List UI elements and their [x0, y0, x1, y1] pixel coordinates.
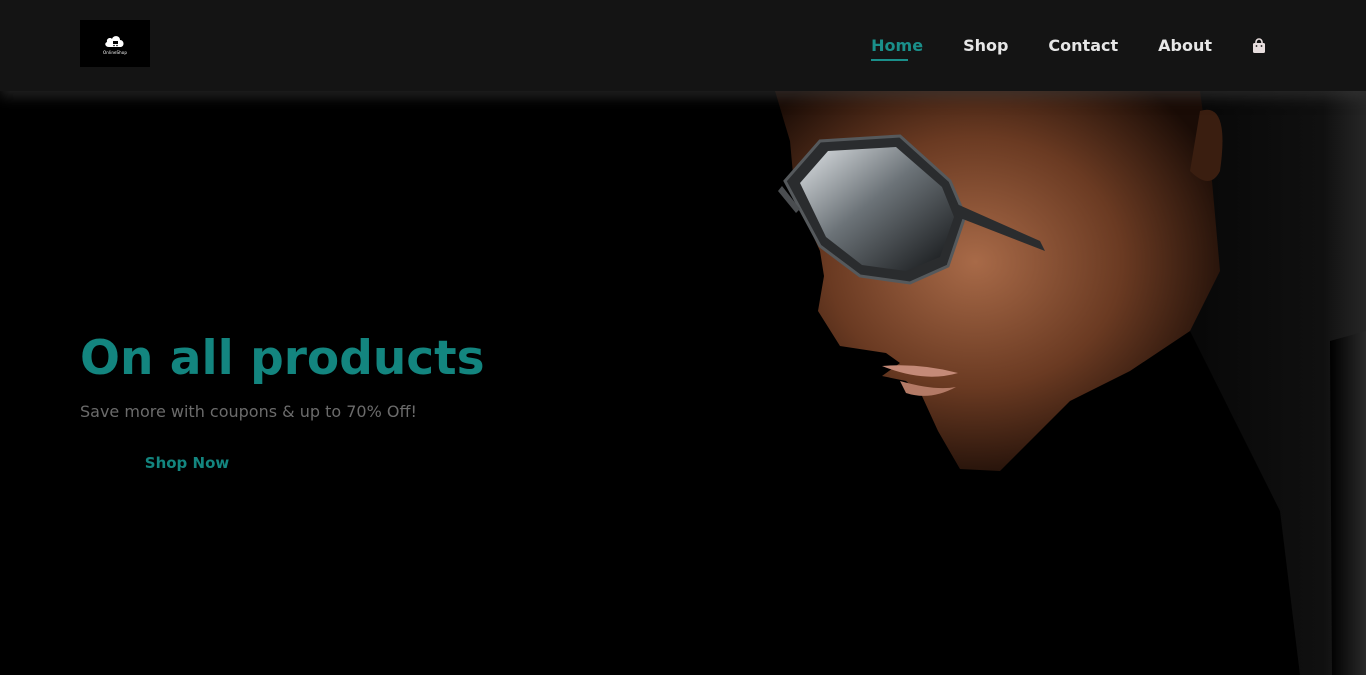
- nav-home[interactable]: Home: [871, 36, 923, 61]
- logo-text: OnlineShop: [103, 49, 127, 55]
- cloud-cart-icon: [105, 35, 124, 47]
- site-logo[interactable]: OnlineShop: [80, 20, 150, 67]
- main-nav: Home Shop Contact About: [831, 0, 1266, 91]
- nav-contact[interactable]: Contact: [1048, 36, 1118, 55]
- shop-now-button[interactable]: Shop Now: [80, 443, 294, 483]
- nav-shop[interactable]: Shop: [963, 36, 1008, 55]
- nav-about[interactable]: About: [1158, 36, 1212, 55]
- shopping-bag-icon[interactable]: [1252, 37, 1266, 54]
- page: OnlineShop Home Shop Contact About On al…: [0, 0, 1366, 675]
- site-header: OnlineShop Home Shop Contact About: [0, 0, 1366, 91]
- hero-banner: On all products Save more with coupons &…: [0, 91, 1366, 675]
- hero-title: On all products: [80, 331, 485, 386]
- hero-model-image: [775, 91, 1366, 675]
- hero-subtitle: Save more with coupons & up to 70% Off!: [80, 402, 417, 421]
